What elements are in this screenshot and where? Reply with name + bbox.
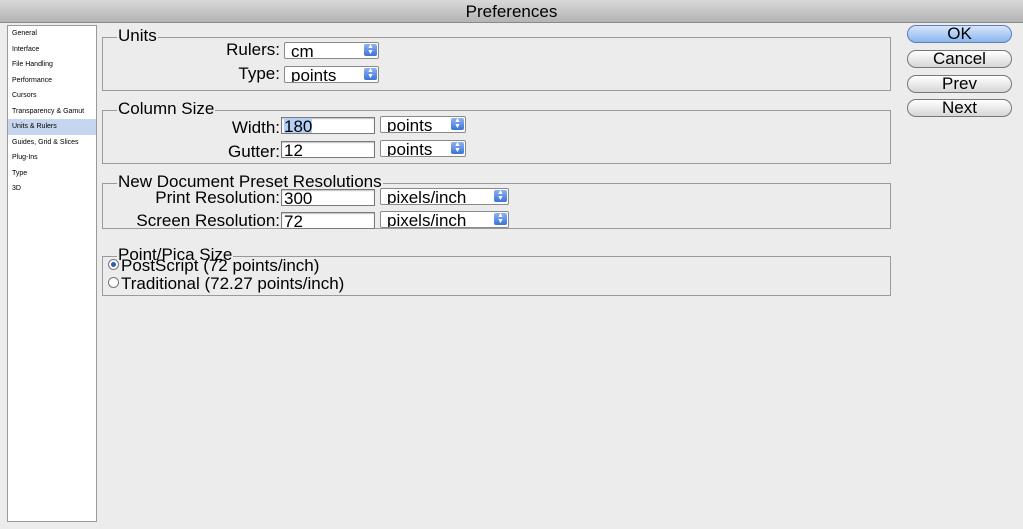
sidebar-item-units-rulers[interactable]: Units & Rulers bbox=[8, 119, 96, 135]
sidebar-item-transparency-gamut[interactable]: Transparency & Gamut bbox=[8, 104, 96, 120]
screen-resolution-field[interactable]: 72 bbox=[281, 212, 375, 229]
rulers-label: Rulers: bbox=[226, 40, 280, 59]
rulers-select-value: cm bbox=[291, 42, 314, 59]
rulers-select[interactable]: cm ▲ ▼ bbox=[284, 42, 379, 59]
select-arrows-icon: ▲ ▼ bbox=[364, 43, 377, 56]
type-units-select-value: points bbox=[291, 66, 337, 83]
type-units-select[interactable]: points ▲ ▼ bbox=[284, 66, 379, 83]
sidebar-item-general[interactable]: General bbox=[8, 26, 96, 42]
print-resolution-unit-select[interactable]: pixels/inch ▲ ▼ bbox=[380, 188, 509, 205]
print-resolution-unit-value: pixels/inch bbox=[387, 188, 467, 205]
postscript-radio-label: PostScript (72 points/inch) bbox=[121, 256, 320, 275]
select-arrows-icon: ▲ ▼ bbox=[494, 189, 507, 202]
column-width-field[interactable]: 180 bbox=[281, 117, 375, 134]
screen-resolution-label: Screen Resolution: bbox=[136, 211, 280, 230]
select-arrows-icon: ▲ ▼ bbox=[494, 212, 507, 225]
units-group-title: Units bbox=[117, 26, 158, 46]
traditional-radio-option[interactable]: Traditional (72.27 points/inch) bbox=[108, 275, 344, 293]
gutter-unit-select[interactable]: points ▲ ▼ bbox=[380, 140, 466, 157]
postscript-radio-option[interactable]: PostScript (72 points/inch) bbox=[108, 257, 319, 275]
sidebar-item-guides-grid-slices[interactable]: Guides, Grid & Slices bbox=[8, 135, 96, 151]
sidebar-item-plug-ins[interactable]: Plug-Ins bbox=[8, 150, 96, 166]
sidebar-item-type[interactable]: Type bbox=[8, 166, 96, 182]
sidebar-item-cursors[interactable]: Cursors bbox=[8, 88, 96, 104]
sidebar-item-3d[interactable]: 3D bbox=[8, 181, 96, 197]
ok-button[interactable]: OK bbox=[907, 25, 1012, 43]
radio-unselected-icon[interactable] bbox=[108, 277, 119, 288]
prev-button[interactable]: Prev bbox=[907, 75, 1012, 93]
screen-resolution-unit-select[interactable]: pixels/inch ▲ ▼ bbox=[380, 211, 509, 228]
print-resolution-field[interactable]: 300 bbox=[281, 189, 375, 206]
sidebar-item-interface[interactable]: Interface bbox=[8, 42, 96, 58]
next-button[interactable]: Next bbox=[907, 99, 1012, 117]
screen-resolution-unit-value: pixels/inch bbox=[387, 211, 467, 228]
column-size-group: Column Size Width: 180 points ▲ ▼ Gutter:… bbox=[102, 99, 891, 164]
screen-resolution-value: 72 bbox=[284, 212, 303, 229]
select-arrows-icon: ▲ ▼ bbox=[451, 141, 464, 154]
column-size-group-title: Column Size bbox=[117, 99, 216, 119]
units-group: Units Rulers: cm ▲ ▼ Type: points ▲ ▼ bbox=[102, 26, 891, 91]
print-resolution-label: Print Resolution: bbox=[155, 188, 280, 207]
gutter-unit-value: points bbox=[387, 140, 433, 157]
select-arrows-icon: ▲ ▼ bbox=[364, 67, 377, 80]
gutter-value: 12 bbox=[284, 141, 303, 158]
width-label: Width: bbox=[231, 118, 280, 137]
preferences-sidebar: General Interface File Handling Performa… bbox=[7, 25, 97, 522]
traditional-radio-label: Traditional (72.27 points/inch) bbox=[121, 274, 345, 293]
select-arrows-icon: ▲ ▼ bbox=[451, 117, 464, 130]
cancel-button[interactable]: Cancel bbox=[907, 50, 1012, 68]
gutter-field[interactable]: 12 bbox=[281, 141, 375, 158]
sidebar-item-performance[interactable]: Performance bbox=[8, 73, 96, 89]
window-title: Preferences bbox=[0, 0, 1023, 23]
resolution-group: New Document Preset Resolutions Print Re… bbox=[102, 172, 891, 230]
sidebar-item-file-handling[interactable]: File Handling bbox=[8, 57, 96, 73]
type-label: Type: bbox=[238, 64, 280, 83]
column-width-unit-value: points bbox=[387, 116, 433, 133]
column-width-unit-select[interactable]: points ▲ ▼ bbox=[380, 116, 466, 133]
gutter-label: Gutter: bbox=[228, 142, 280, 161]
print-resolution-value: 300 bbox=[284, 189, 313, 206]
column-width-value: 180 bbox=[284, 118, 313, 133]
radio-selected-icon[interactable] bbox=[108, 259, 119, 270]
